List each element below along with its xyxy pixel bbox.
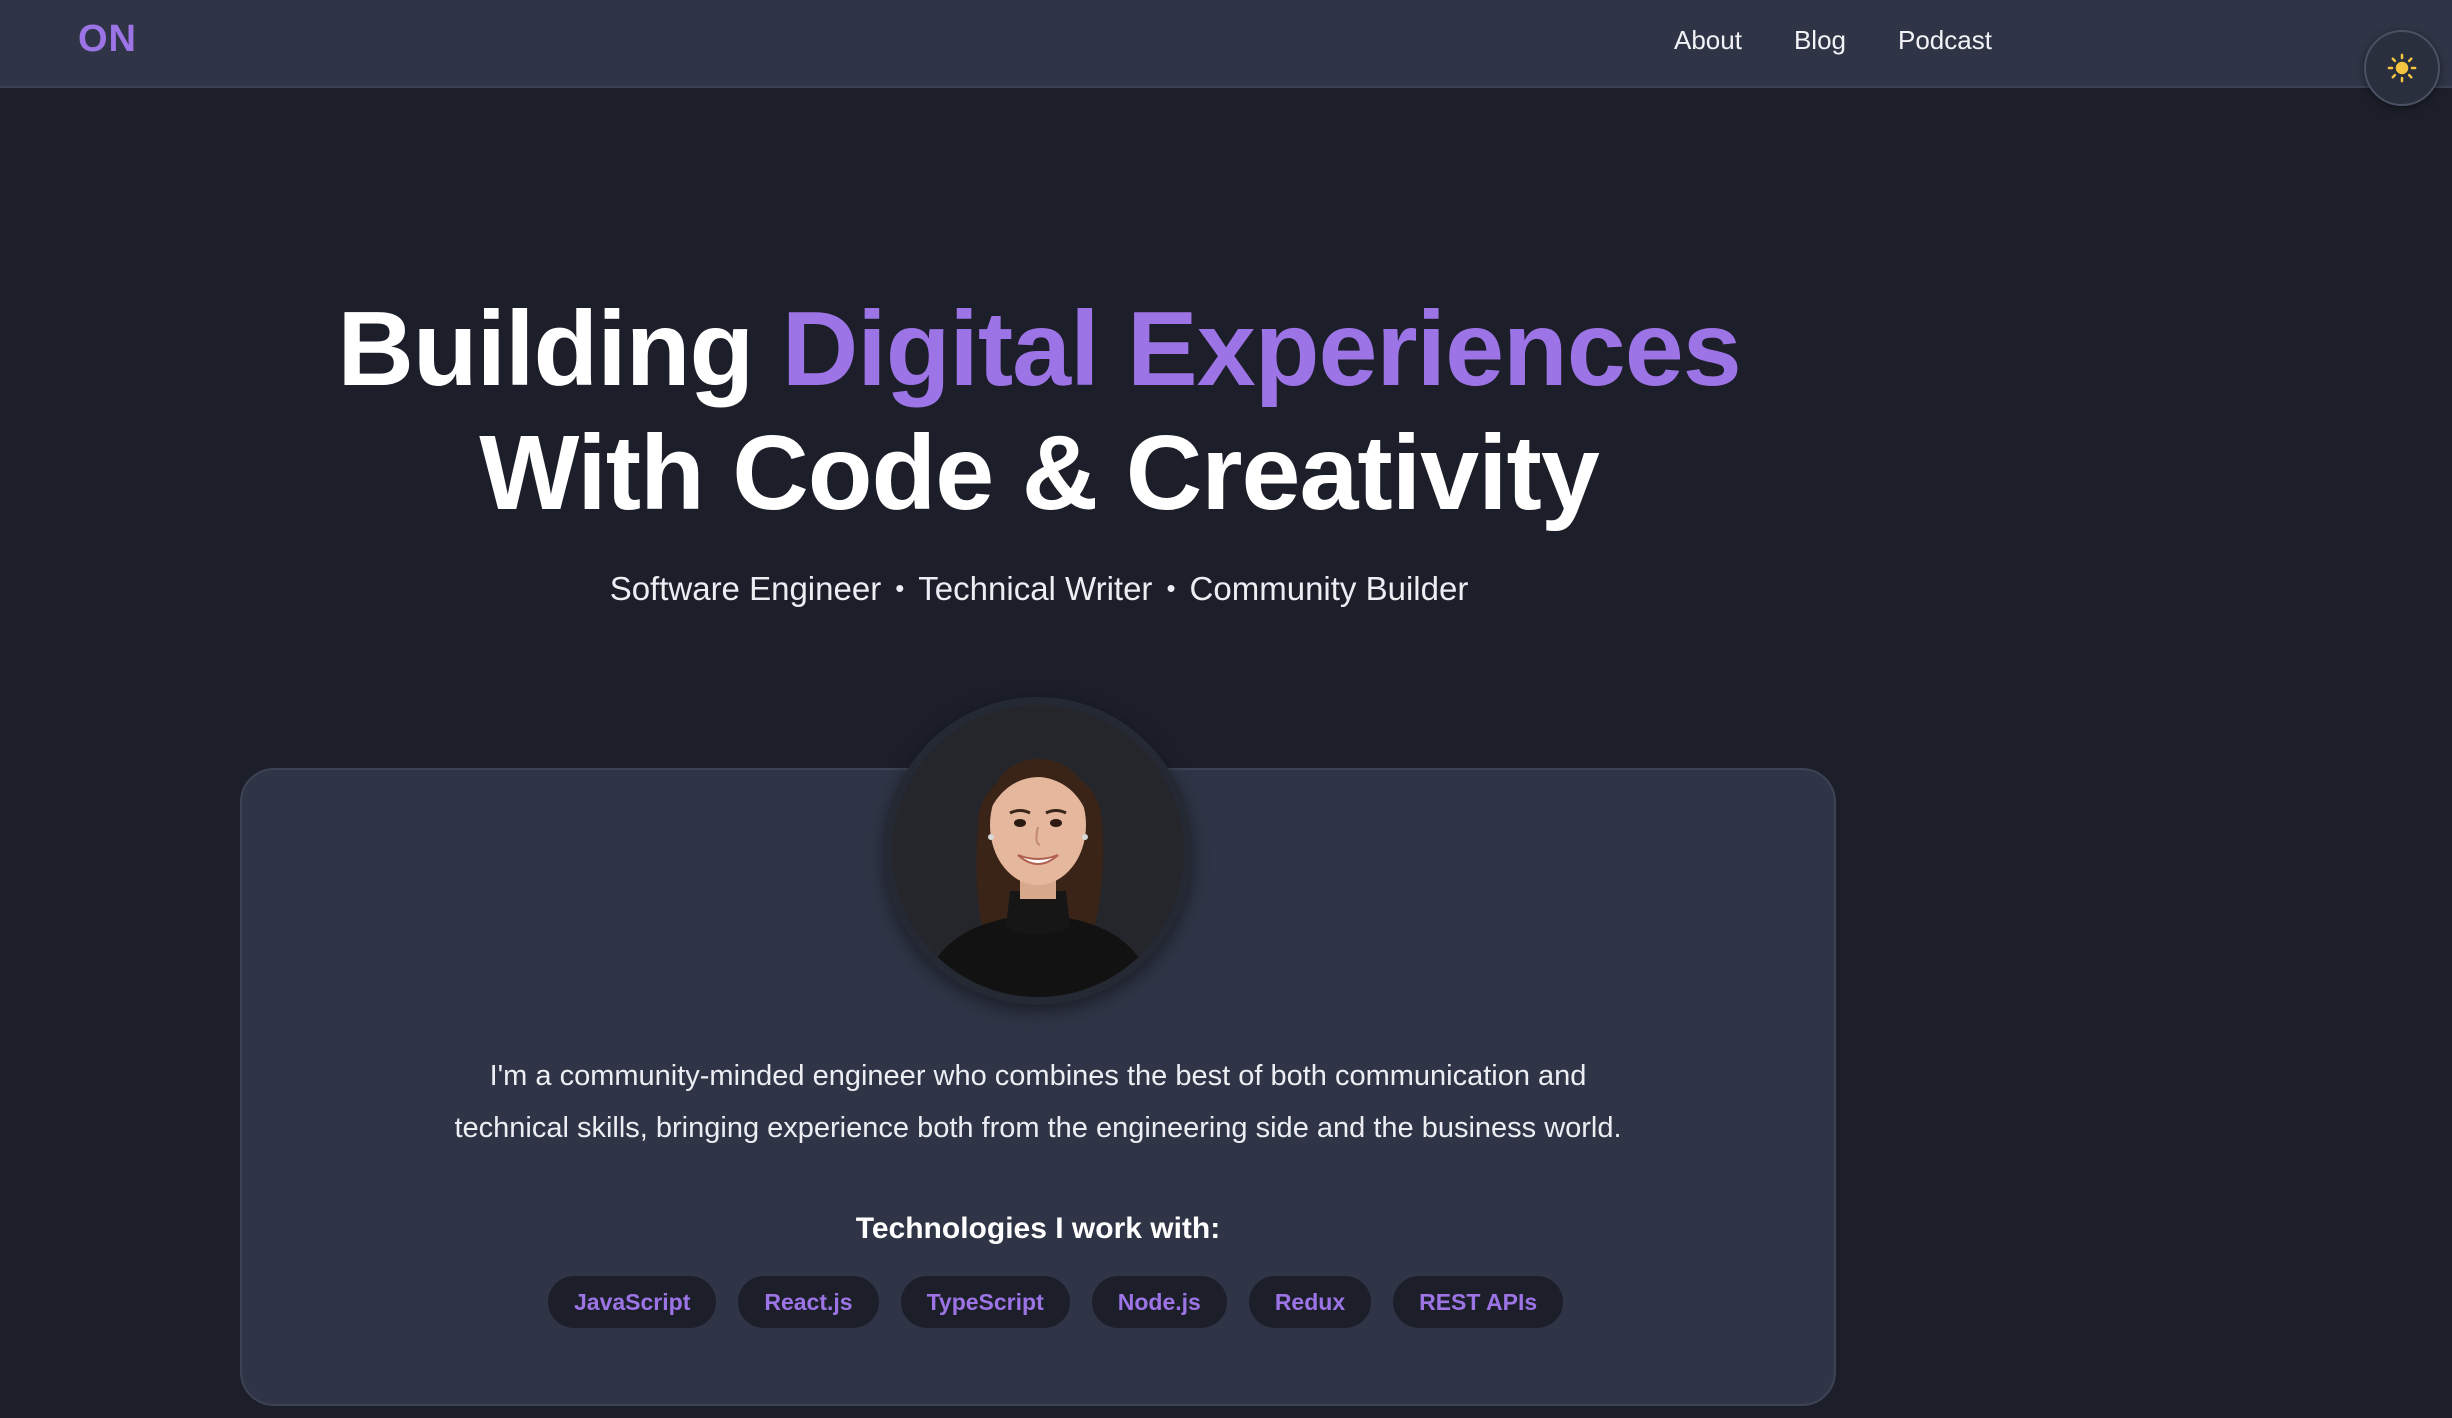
bio-line-1: I'm a community-minded engineer who comb… (489, 1060, 1587, 1092)
tech-tag-typescript: TypeScript (900, 1276, 1070, 1328)
bio-line-2: technical skills, bringing experience bo… (454, 1112, 1622, 1144)
role-technical-writer: Technical Writer (918, 570, 1153, 607)
hero-title-accent: Digital Experiences (781, 290, 1742, 408)
sun-icon (2387, 53, 2417, 83)
hero-title-start: Building (337, 290, 782, 408)
role-separator: • (1166, 573, 1176, 603)
nav-link-podcast[interactable]: Podcast (1898, 25, 1992, 56)
technology-tags: JavaScript React.js TypeScript Node.js R… (548, 1276, 1564, 1328)
theme-toggle-button[interactable] (2364, 30, 2440, 106)
role-software-engineer: Software Engineer (609, 570, 882, 607)
tech-tag-nodejs: Node.js (1091, 1276, 1227, 1328)
nav-link-about[interactable]: About (1674, 25, 1742, 56)
hero-title: Building Digital Experiences With Code &… (0, 287, 2078, 535)
role-community-builder: Community Builder (1189, 570, 1469, 607)
nav-link-blog[interactable]: Blog (1794, 25, 1846, 56)
tech-tag-javascript: JavaScript (548, 1276, 717, 1328)
tech-tag-reactjs: React.js (738, 1276, 879, 1328)
hero-roles: Software Engineer • Technical Writer • Commu… (0, 570, 2078, 608)
site-logo[interactable]: ON (78, 18, 137, 61)
role-separator: • (895, 573, 905, 603)
main-nav: About Blog Podcast (1674, 25, 1992, 56)
tech-tag-rest-apis: REST APIs (1393, 1276, 1564, 1328)
tech-tag-redux: Redux (1248, 1276, 1372, 1328)
bio-text: I'm a community-minded engineer who comb… (400, 1050, 1676, 1154)
profile-photo (892, 705, 1184, 997)
technologies-heading: Technologies I work with: (855, 1212, 1221, 1245)
hero-title-end: With Code & Creativity (479, 414, 1600, 532)
top-navbar: ON About Blog Podcast (0, 0, 2452, 88)
avatar (884, 697, 1192, 1005)
